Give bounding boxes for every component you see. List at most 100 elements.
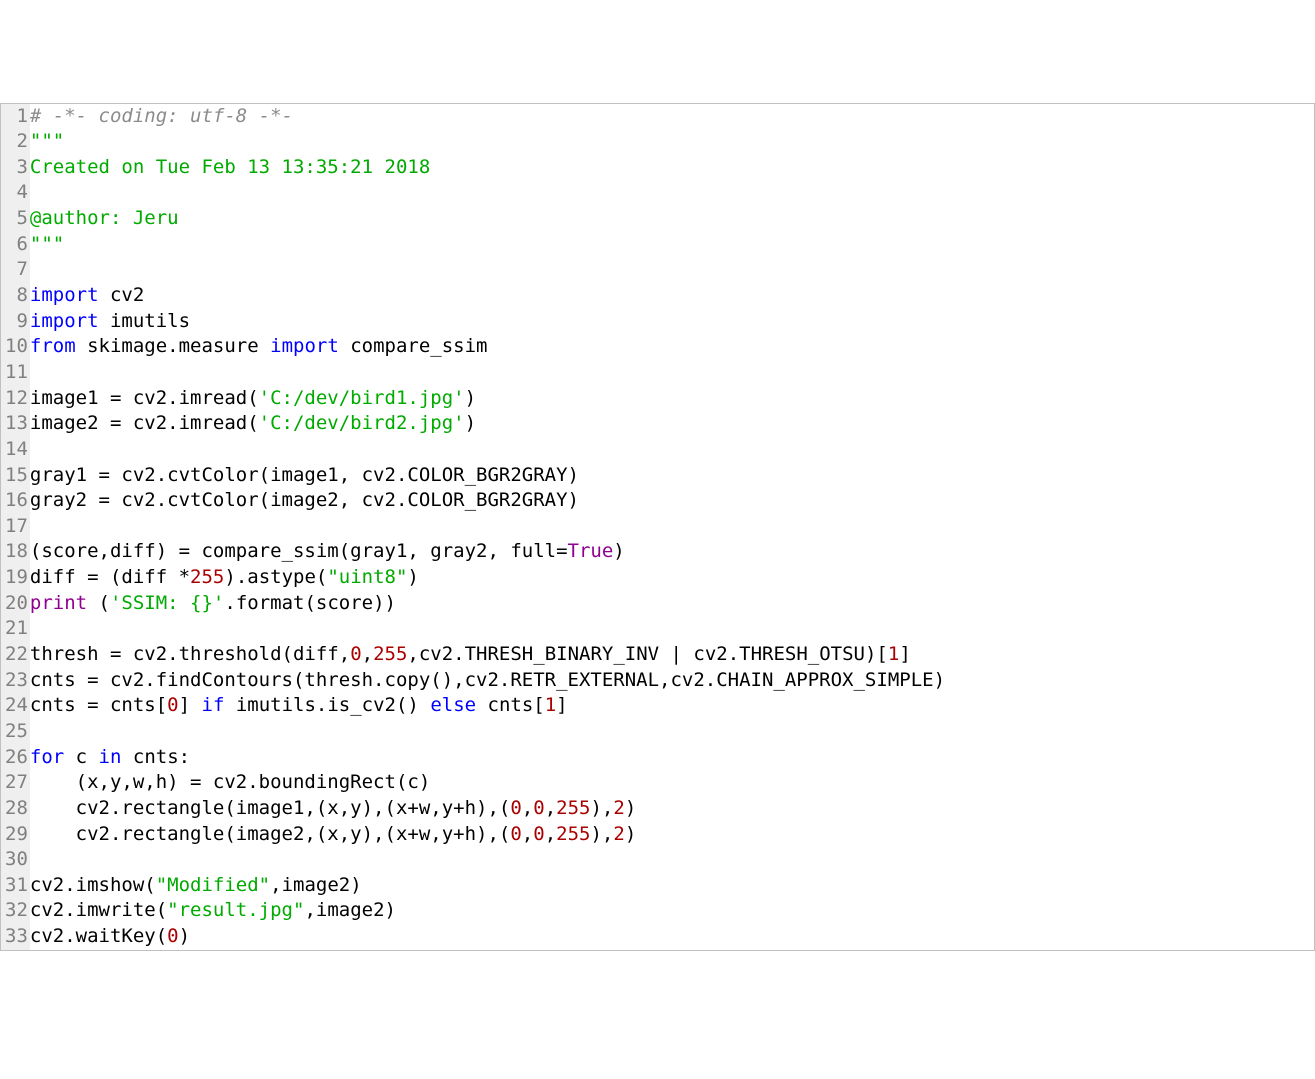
token-name: c [64, 746, 98, 768]
token-number: 2 [613, 823, 624, 845]
code-line[interactable]: for c in cnts: [30, 745, 1314, 771]
token-name: , [362, 643, 373, 665]
token-name: , [522, 797, 533, 819]
line-number: 1 [5, 104, 28, 130]
token-number: 2 [613, 797, 624, 819]
code-line[interactable] [30, 437, 1314, 463]
code-line[interactable]: print ('SSIM: {}'.format(score)) [30, 591, 1314, 617]
line-number: 2 [5, 129, 28, 155]
token-name: cv2.rectangle(image1,(x,y),(x+w,y+h),( [30, 797, 510, 819]
token-name: ), [590, 823, 613, 845]
token-name: ) [465, 387, 476, 409]
token-name: (score,diff) = compare_ssim(gray1, gray2… [30, 540, 568, 562]
token-name: ), [590, 797, 613, 819]
code-line[interactable]: image1 = cv2.imread('C:/dev/bird1.jpg') [30, 386, 1314, 412]
code-line[interactable] [30, 257, 1314, 283]
code-line[interactable] [30, 360, 1314, 386]
line-number: 25 [5, 719, 28, 745]
token-number: 0 [167, 694, 178, 716]
token-name: cv2 [99, 284, 145, 306]
code-line[interactable]: image2 = cv2.imread('C:/dev/bird2.jpg') [30, 411, 1314, 437]
token-name: compare_ssim [339, 335, 488, 357]
code-area[interactable]: # -*- coding: utf-8 -*-"""Created on Tue… [30, 104, 1314, 950]
token-name: imutils.is_cv2() [224, 694, 430, 716]
code-line[interactable] [30, 616, 1314, 642]
code-line[interactable]: """ [30, 232, 1314, 258]
line-number: 9 [5, 309, 28, 335]
code-line[interactable]: (score,diff) = compare_ssim(gray1, gray2… [30, 539, 1314, 565]
line-number: 23 [5, 668, 28, 694]
token-name: ] [899, 643, 910, 665]
code-line[interactable]: cv2.waitKey(0) [30, 924, 1314, 950]
token-name: .format(score)) [224, 592, 396, 614]
code-line[interactable]: cv2.imwrite("result.jpg",image2) [30, 898, 1314, 924]
line-number: 31 [5, 873, 28, 899]
code-line[interactable]: (x,y,w,h) = cv2.boundingRect(c) [30, 770, 1314, 796]
token-name: cnts: [121, 746, 190, 768]
line-number: 18 [5, 539, 28, 565]
token-number: 0 [510, 797, 521, 819]
token-name: cv2.waitKey( [30, 925, 167, 947]
code-line[interactable]: """ [30, 129, 1314, 155]
token-name: gray2 = cv2.cvtColor(image2, cv2.COLOR_B… [30, 489, 579, 511]
line-number: 3 [5, 155, 28, 181]
line-number: 4 [5, 180, 28, 206]
token-comment: # -*- coding: utf-8 -*- [30, 105, 293, 127]
token-name: , [522, 823, 533, 845]
code-line[interactable]: diff = (diff *255).astype("uint8") [30, 565, 1314, 591]
code-line[interactable]: gray1 = cv2.cvtColor(image1, cv2.COLOR_B… [30, 463, 1314, 489]
token-number: 0 [533, 823, 544, 845]
code-line[interactable]: cv2.rectangle(image2,(x,y),(x+w,y+h),( 0,… [30, 822, 1314, 848]
token-builtin: print [30, 592, 87, 614]
token-number: 255 [556, 797, 590, 819]
token-string: "uint8" [327, 566, 407, 588]
line-number: 19 [5, 565, 28, 591]
token-keyword: if [202, 694, 225, 716]
code-line[interactable]: from skimage.measure import compare_ssim [30, 334, 1314, 360]
token-keyword: else [430, 694, 476, 716]
code-line[interactable]: gray2 = cv2.cvtColor(image2, cv2.COLOR_B… [30, 488, 1314, 514]
token-string: "Modified" [156, 874, 270, 896]
code-line[interactable]: cnts = cv2.findContours(thresh.copy(),cv… [30, 668, 1314, 694]
line-number: 7 [5, 257, 28, 283]
line-number: 21 [5, 616, 28, 642]
token-name: , [545, 823, 556, 845]
code-line[interactable]: # -*- coding: utf-8 -*- [30, 104, 1314, 130]
code-line[interactable] [30, 719, 1314, 745]
token-name: cv2.rectangle(image2,(x,y),(x+w,y+h),( [30, 823, 510, 845]
token-string: 'SSIM: {}' [110, 592, 224, 614]
token-name: cv2.imwrite( [30, 899, 167, 921]
token-name: ) [625, 823, 636, 845]
code-line[interactable] [30, 514, 1314, 540]
code-editor[interactable]: 1234567891011121314151617181920212223242… [0, 103, 1315, 951]
line-number: 10 [5, 334, 28, 360]
code-line[interactable]: cv2.imshow("Modified",image2) [30, 873, 1314, 899]
token-name: ) [407, 566, 418, 588]
token-string: "result.jpg" [167, 899, 304, 921]
code-line[interactable]: import cv2 [30, 283, 1314, 309]
token-name: , [545, 797, 556, 819]
code-line[interactable]: import imutils [30, 309, 1314, 335]
line-number: 20 [5, 591, 28, 617]
token-number: 255 [373, 643, 407, 665]
token-name: ] [179, 694, 202, 716]
code-line[interactable] [30, 180, 1314, 206]
code-line[interactable]: cnts = cnts[0] if imutils.is_cv2() else … [30, 693, 1314, 719]
token-name: ,image2) [304, 899, 396, 921]
code-line[interactable]: Created on Tue Feb 13 13:35:21 2018 [30, 155, 1314, 181]
token-number: 255 [190, 566, 224, 588]
token-docstring: @author: Jeru [30, 207, 179, 229]
token-number: 1 [545, 694, 556, 716]
code-line[interactable] [30, 847, 1314, 873]
line-number: 6 [5, 232, 28, 258]
code-line[interactable]: thresh = cv2.threshold(diff,0,255,cv2.TH… [30, 642, 1314, 668]
token-name: (x,y,w,h) = cv2.boundingRect(c) [30, 771, 430, 793]
line-number: 12 [5, 386, 28, 412]
line-number: 13 [5, 411, 28, 437]
code-line[interactable]: @author: Jeru [30, 206, 1314, 232]
token-name: thresh = cv2.threshold(diff, [30, 643, 350, 665]
line-number: 27 [5, 770, 28, 796]
token-builtin: True [568, 540, 614, 562]
token-number: 0 [167, 925, 178, 947]
code-line[interactable]: cv2.rectangle(image1,(x,y),(x+w,y+h),(0,… [30, 796, 1314, 822]
